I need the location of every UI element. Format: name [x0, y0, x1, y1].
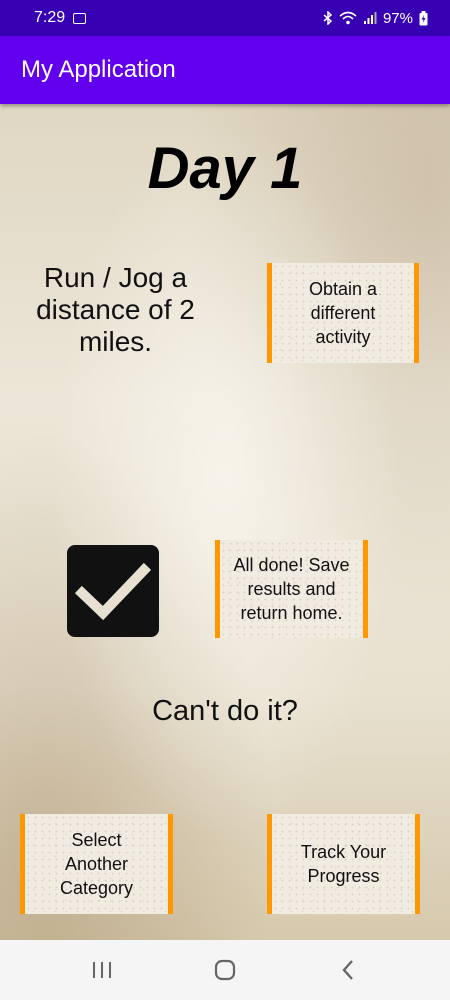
status-time: 7:29: [34, 9, 66, 26]
back-icon: [342, 960, 354, 980]
activity-description: Run / Jog a distance of 2 miles.: [36, 262, 195, 357]
back-button[interactable]: [318, 950, 378, 990]
obtain-different-activity-button[interactable]: Obtain a different activity: [267, 263, 419, 363]
day-title: Day 1: [147, 136, 303, 201]
select-button-label: Select Another Category: [59, 830, 134, 898]
app-bar: My Application: [0, 36, 450, 104]
save-and-return-button[interactable]: All done! Save results and return home.: [215, 540, 368, 638]
done-button-label: All done! Save results and return home.: [233, 555, 350, 623]
track-progress-button[interactable]: Track Your Progress: [267, 814, 420, 914]
bluetooth-icon: [323, 11, 333, 25]
cant-do-it-label: Can't do it?: [152, 695, 298, 727]
system-nav-bar: [0, 940, 450, 1000]
battery-charging-icon: [419, 10, 428, 25]
recent-apps-button[interactable]: [72, 950, 132, 990]
home-icon: [214, 959, 236, 981]
recent-apps-icon: [92, 962, 111, 978]
done-checkbox[interactable]: [67, 545, 159, 637]
battery-percent: 97%: [382, 9, 413, 27]
status-bar: 7:29 97%: [0, 0, 450, 36]
signal-icon: [363, 12, 377, 24]
gallery-notification-icon: [73, 12, 87, 24]
wifi-icon: [339, 11, 357, 25]
home-button[interactable]: [195, 950, 255, 990]
select-another-category-button[interactable]: Select Another Category: [20, 814, 173, 914]
obtain-button-label: Obtain a different activity: [308, 279, 378, 347]
app-title: My Application: [21, 56, 176, 83]
track-button-label: Track Your Progress: [300, 842, 387, 886]
checkmark-icon: [74, 562, 152, 621]
status-icons: 97%: [323, 10, 428, 27]
